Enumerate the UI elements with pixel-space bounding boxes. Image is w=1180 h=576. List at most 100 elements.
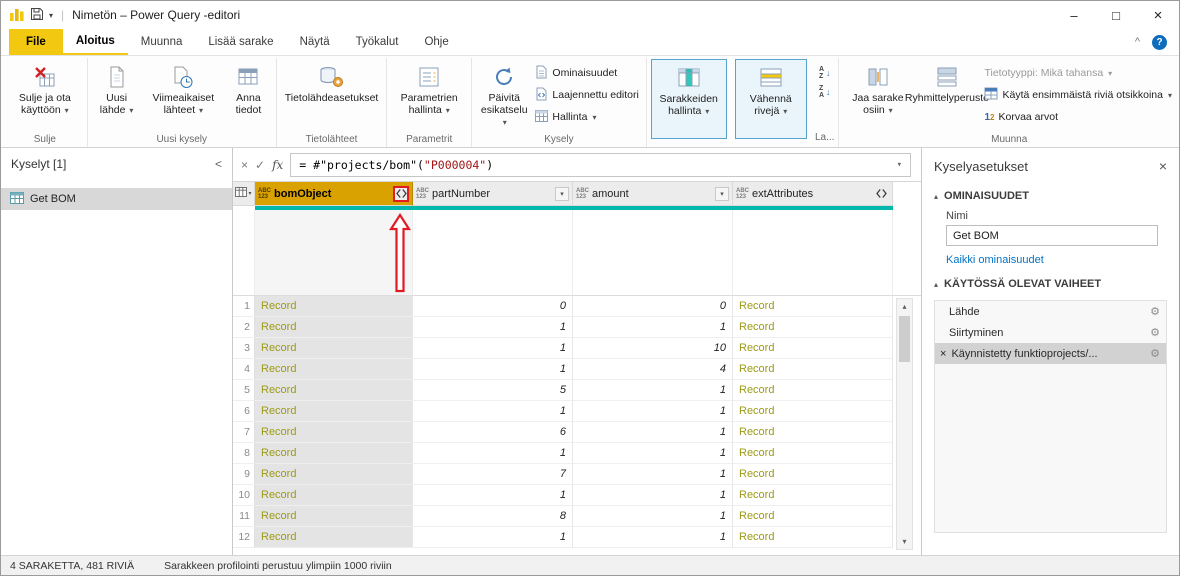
cell-partNumber[interactable]: 7 bbox=[413, 464, 573, 485]
all-properties-link[interactable]: Kaikki ominaisuudet bbox=[922, 246, 1179, 268]
cell-partNumber[interactable]: 6 bbox=[413, 422, 573, 443]
recent-sources-button[interactable]: Viimeaikaiset lähteet ▾ bbox=[142, 59, 226, 133]
data-source-settings-button[interactable]: Tietolähdeasetukset bbox=[281, 59, 383, 133]
group-by-button[interactable]: Ryhmittelyperuste bbox=[912, 59, 981, 133]
new-source-button[interactable]: Uusi lähde ▾ bbox=[92, 59, 142, 133]
filter-dropdown-icon[interactable]: ▾ bbox=[715, 187, 729, 201]
close-button[interactable]: × bbox=[1137, 1, 1179, 29]
cell-amount[interactable]: 10 bbox=[573, 338, 733, 359]
cell-extAttributes[interactable]: Record bbox=[733, 506, 893, 527]
cell-extAttributes[interactable]: Record bbox=[733, 380, 893, 401]
cell-partNumber[interactable]: 8 bbox=[413, 506, 573, 527]
row-number[interactable]: 12 bbox=[233, 527, 255, 548]
select-all-corner[interactable]: ▾ bbox=[233, 182, 255, 206]
cell-amount[interactable]: 0 bbox=[573, 296, 733, 317]
formula-cancel-icon[interactable]: × bbox=[241, 158, 248, 172]
expand-column-icon[interactable] bbox=[873, 186, 889, 202]
row-number[interactable]: 1 bbox=[233, 296, 255, 317]
query-list-item[interactable]: Get BOM bbox=[1, 188, 232, 210]
row-number[interactable]: 8 bbox=[233, 443, 255, 464]
row-number[interactable]: 9 bbox=[233, 464, 255, 485]
column-header-partNumber[interactable]: ABC123partNumber▾ bbox=[413, 182, 573, 206]
filter-dropdown-icon[interactable]: ▾ bbox=[555, 187, 569, 201]
close-pane-icon[interactable]: × bbox=[1159, 158, 1167, 174]
sort-descending-button[interactable]: ZA ↓ bbox=[819, 85, 831, 99]
formula-input[interactable]: = #"projects/bom"("P000004") ▾ bbox=[290, 153, 911, 177]
cell-bomObject[interactable]: Record bbox=[255, 464, 413, 485]
row-number[interactable]: 4 bbox=[233, 359, 255, 380]
cell-partNumber[interactable]: 1 bbox=[413, 443, 573, 464]
cell-amount[interactable]: 1 bbox=[573, 506, 733, 527]
cell-amount[interactable]: 1 bbox=[573, 527, 733, 548]
step-settings-gear-icon[interactable]: ⚙ bbox=[1150, 347, 1160, 360]
row-number[interactable]: 10 bbox=[233, 485, 255, 506]
cell-partNumber[interactable]: 5 bbox=[413, 380, 573, 401]
scroll-down-icon[interactable]: ▾ bbox=[897, 534, 912, 549]
cell-extAttributes[interactable]: Record bbox=[733, 401, 893, 422]
cell-extAttributes[interactable]: Record bbox=[733, 338, 893, 359]
cell-partNumber[interactable]: 1 bbox=[413, 527, 573, 548]
cell-extAttributes[interactable]: Record bbox=[733, 443, 893, 464]
cell-amount[interactable]: 1 bbox=[573, 464, 733, 485]
tab-nayta[interactable]: Näytä bbox=[287, 29, 343, 55]
tab-lisaa-sarake[interactable]: Lisää sarake bbox=[195, 29, 286, 55]
query-name-input[interactable] bbox=[946, 225, 1158, 246]
manage-parameters-button[interactable]: Parametrien hallinta ▾ bbox=[391, 59, 467, 133]
collapse-pane-icon[interactable]: < bbox=[215, 157, 222, 171]
scroll-thumb[interactable] bbox=[899, 316, 910, 362]
cell-bomObject[interactable]: Record bbox=[255, 380, 413, 401]
reduce-rows-button[interactable]: Vähennä rivejä ▾ bbox=[735, 59, 807, 139]
cell-bomObject[interactable]: Record bbox=[255, 296, 413, 317]
split-column-button[interactable]: Jaa sarake osiin ▾ bbox=[843, 59, 912, 133]
cell-amount[interactable]: 1 bbox=[573, 422, 733, 443]
column-header-bomObject[interactable]: ABC123bomObject bbox=[255, 182, 413, 206]
cell-bomObject[interactable]: Record bbox=[255, 317, 413, 338]
row-number[interactable]: 11 bbox=[233, 506, 255, 527]
quick-access-dropdown-icon[interactable]: ▾ bbox=[49, 11, 53, 20]
cell-bomObject[interactable]: Record bbox=[255, 359, 413, 380]
replace-values-button[interactable]: 12 Korvaa arvot bbox=[981, 106, 1061, 128]
tab-file[interactable]: File bbox=[9, 29, 63, 55]
cell-bomObject[interactable]: Record bbox=[255, 338, 413, 359]
cell-extAttributes[interactable]: Record bbox=[733, 527, 893, 548]
close-and-apply-button[interactable]: Sulje ja ota käyttöön ▾ bbox=[7, 59, 83, 133]
collapse-ribbon-icon[interactable]: ^ bbox=[1135, 36, 1140, 48]
step-settings-gear-icon[interactable]: ⚙ bbox=[1150, 326, 1160, 339]
cell-amount[interactable]: 1 bbox=[573, 401, 733, 422]
expand-column-icon[interactable] bbox=[393, 186, 409, 202]
cell-bomObject[interactable]: Record bbox=[255, 527, 413, 548]
applied-step[interactable]: Siirtyminen⚙ bbox=[935, 322, 1166, 343]
properties-button[interactable]: Ominaisuudet bbox=[532, 62, 620, 84]
expand-formula-bar-icon[interactable]: ▾ bbox=[897, 160, 902, 170]
data-type-button[interactable]: Tietotyyppi: Mikä tahansa▾ bbox=[981, 62, 1115, 84]
tab-ohje[interactable]: Ohje bbox=[411, 29, 461, 55]
minimize-button[interactable]: – bbox=[1053, 1, 1095, 29]
row-number[interactable]: 2 bbox=[233, 317, 255, 338]
vertical-scrollbar[interactable]: ▴ ▾ bbox=[896, 298, 913, 550]
cell-partNumber[interactable]: 1 bbox=[413, 401, 573, 422]
row-number[interactable]: 6 bbox=[233, 401, 255, 422]
row-number[interactable]: 3 bbox=[233, 338, 255, 359]
manage-columns-button[interactable]: Sarakkeiden hallinta ▾ bbox=[651, 59, 727, 139]
applied-steps-section-header[interactable]: ▴ KÄYTÖSSÄ OLEVAT VAIHEET bbox=[922, 268, 1179, 294]
properties-section-header[interactable]: ▴ OMINAISUUDET bbox=[922, 180, 1179, 206]
cell-partNumber[interactable]: 1 bbox=[413, 359, 573, 380]
column-header-amount[interactable]: ABC123amount▾ bbox=[573, 182, 733, 206]
help-icon[interactable]: ? bbox=[1152, 35, 1167, 50]
cell-extAttributes[interactable]: Record bbox=[733, 359, 893, 380]
applied-step[interactable]: Lähde⚙ bbox=[935, 301, 1166, 322]
scroll-up-icon[interactable]: ▴ bbox=[897, 299, 912, 314]
cell-extAttributes[interactable]: Record bbox=[733, 317, 893, 338]
tab-tyokalut[interactable]: Työkalut bbox=[343, 29, 412, 55]
step-settings-gear-icon[interactable]: ⚙ bbox=[1150, 305, 1160, 318]
cell-extAttributes[interactable]: Record bbox=[733, 422, 893, 443]
cell-bomObject[interactable]: Record bbox=[255, 485, 413, 506]
cell-extAttributes[interactable]: Record bbox=[733, 296, 893, 317]
cell-bomObject[interactable]: Record bbox=[255, 443, 413, 464]
cell-bomObject[interactable]: Record bbox=[255, 401, 413, 422]
cell-bomObject[interactable]: Record bbox=[255, 422, 413, 443]
delete-step-icon[interactable]: × bbox=[940, 348, 946, 360]
cell-amount[interactable]: 1 bbox=[573, 485, 733, 506]
cell-extAttributes[interactable]: Record bbox=[733, 464, 893, 485]
applied-step[interactable]: ×Käynnistetty funktioprojects/...⚙ bbox=[935, 343, 1166, 364]
